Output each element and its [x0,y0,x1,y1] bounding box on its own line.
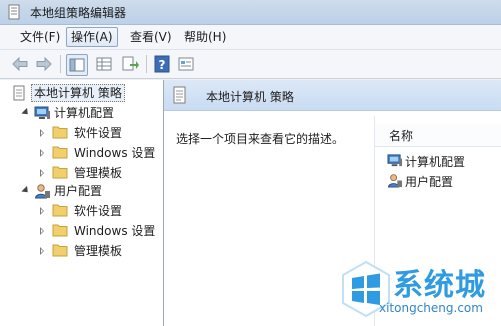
forward-icon[interactable] [34,54,54,74]
folder-icon [52,203,68,222]
policy-document-icon [172,86,188,107]
collapsed-arrow-icon[interactable] [40,169,44,177]
tree-label: 软件设置 [74,126,123,140]
window-title: 本地组策略编辑器 [30,6,127,20]
tree-root[interactable]: 本地计算机 策略 [0,84,163,102]
content-title: 本地计算机 策略 [206,90,294,104]
tree-item-windows-settings[interactable]: Windows 设置 [0,144,163,162]
collapsed-arrow-icon[interactable] [40,207,44,215]
tree-pane: 本地计算机 策略 计算机配置 软件设置 Windows 设置 管理模板 用户配置… [0,80,164,326]
collapsed-arrow-icon[interactable] [40,247,44,255]
policy-editor-icon [6,4,22,23]
folder-icon [52,243,68,262]
computer-icon [34,105,51,126]
tree-item-software-settings[interactable]: 软件设置 [0,124,163,142]
menu-file[interactable]: 文件(F) [16,28,64,46]
expanded-arrow-icon[interactable] [21,185,31,196]
tree-label: 用户配置 [54,184,103,198]
list-item-label: 计算机配置 [405,155,466,169]
watermark: 系统城 xitongcheng.com [339,256,495,322]
tree-label: Windows 设置 [74,146,156,160]
folder-icon [52,145,68,164]
back-icon[interactable] [10,54,30,74]
tree-label: 计算机配置 [54,106,115,120]
collapsed-arrow-icon[interactable] [40,149,44,157]
list-column-header[interactable]: 名称 [375,124,501,147]
toolbar: ? [0,50,501,79]
show-hide-tree-icon[interactable] [66,54,88,76]
user-icon [34,183,51,204]
watermark-url: xitongcheng.com [379,301,483,315]
grid-icon[interactable] [94,54,114,74]
tree-item-admin-templates[interactable]: 管理模板 [0,242,163,260]
tree-label: Windows 设置 [74,224,156,238]
folder-icon [52,125,68,144]
expanded-arrow-icon[interactable] [21,107,31,118]
policy-document-icon [12,85,26,106]
tree-item-software-settings[interactable]: 软件设置 [0,202,163,220]
tree-label: 管理模板 [74,244,123,258]
menu-view[interactable]: 查看(V) [126,28,176,46]
tree-label: 软件设置 [74,204,123,218]
content-header: 本地计算机 策略 [164,80,501,111]
watermark-name: 系统城 [393,268,486,303]
svg-text:?: ? [159,58,166,72]
properties-icon[interactable] [176,54,196,74]
menu-action[interactable]: 操作(A) [66,27,118,47]
collapsed-arrow-icon[interactable] [40,129,44,137]
tree-item-windows-settings[interactable]: Windows 设置 [0,222,163,240]
tree-root-label: 本地计算机 策略 [31,84,125,102]
tree-label: 管理模板 [74,166,123,180]
help-icon[interactable]: ? [152,54,172,74]
tree-computer-config[interactable]: 计算机配置 [0,104,163,122]
title-bar: 本地组策略编辑器 [0,0,501,25]
column-name-label: 名称 [389,129,414,143]
folder-icon [52,223,68,242]
user-icon [387,173,403,191]
menu-bar: 文件(F) 操作(A) 查看(V) 帮助(H) [0,25,501,50]
list-item-label: 用户配置 [405,175,454,189]
export-list-icon[interactable] [120,54,140,74]
toolbar-separator [60,55,61,73]
toolbar-separator [146,55,147,73]
menu-help[interactable]: 帮助(H) [180,28,230,46]
computer-icon [387,153,403,171]
collapsed-arrow-icon[interactable] [40,227,44,235]
description-text: 选择一个项目来查看它的描述。 [176,132,345,146]
tree-item-admin-templates[interactable]: 管理模板 [0,164,163,182]
tree-user-config[interactable]: 用户配置 [0,182,163,200]
